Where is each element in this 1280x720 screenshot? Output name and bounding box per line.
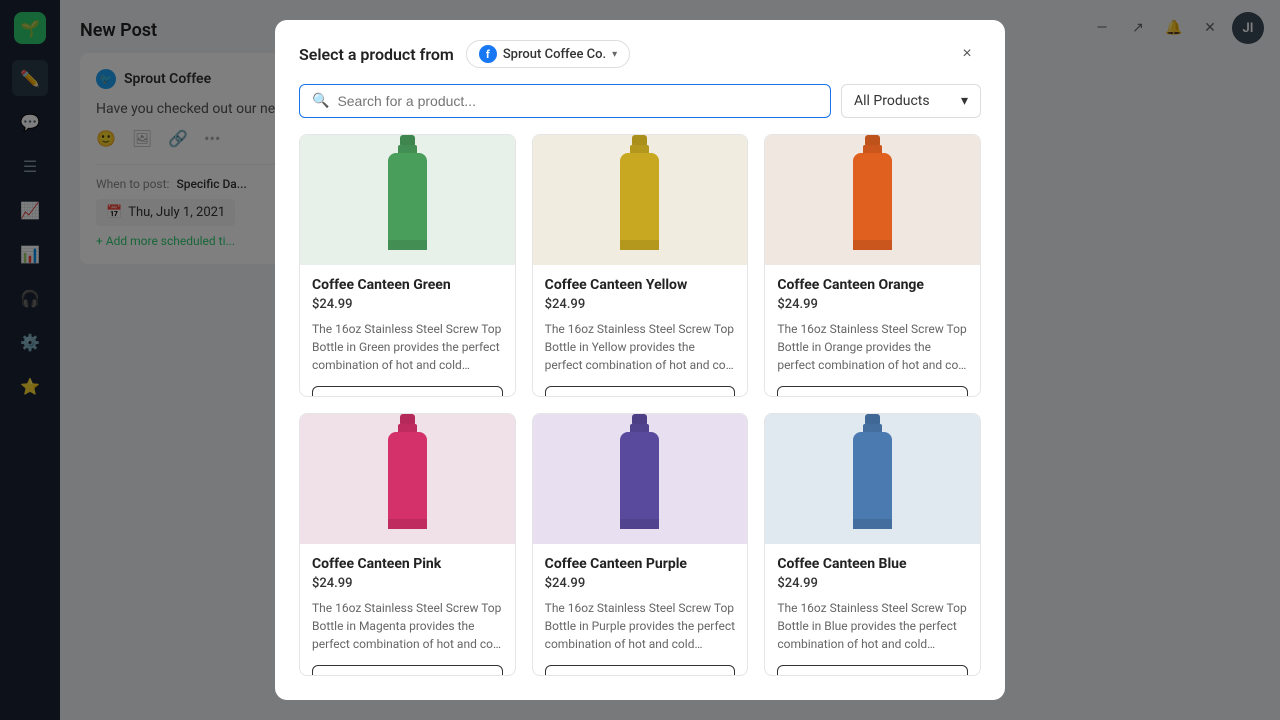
product-price: $24.99 [545,297,736,312]
modal-overlay: Select a product from f Sprout Coffee Co… [0,0,1280,720]
product-name: Coffee Canteen Pink [312,556,503,572]
product-info: Coffee Canteen Purple $24.99 The 16oz St… [533,544,748,665]
product-price: $24.99 [545,576,736,591]
product-image [533,135,748,265]
product-name: Coffee Canteen Green [312,277,503,293]
chevron-down-icon: ▾ [612,49,617,60]
product-card: Coffee Canteen Green $24.99 The 16oz Sta… [299,134,516,397]
product-image [533,414,748,544]
product-description: The 16oz Stainless Steel Screw Top Bottl… [545,320,736,374]
product-price: $24.99 [777,576,968,591]
product-card: Coffee Canteen Pink $24.99 The 16oz Stai… [299,413,516,676]
insert-product-link-button[interactable]: Insert product link [777,665,968,676]
products-grid: Coffee Canteen Green $24.99 The 16oz Sta… [275,134,1005,700]
bottle-svg [380,414,435,544]
bottle-svg [845,414,900,544]
product-price: $24.99 [312,576,503,591]
search-box: 🔍 [299,84,831,118]
filter-label: All Products [854,93,930,109]
insert-product-link-button[interactable]: Insert product link [312,386,503,397]
filter-chevron-icon: ▾ [961,93,968,109]
filter-dropdown[interactable]: All Products ▾ [841,84,981,118]
product-info: Coffee Canteen Orange $24.99 The 16oz St… [765,265,980,386]
insert-product-link-button[interactable]: Insert product link [545,386,736,397]
brand-name: Sprout Coffee Co. [503,47,606,62]
product-description: The 16oz Stainless Steel Screw Top Bottl… [312,320,503,374]
product-info: Coffee Canteen Yellow $24.99 The 16oz St… [533,265,748,386]
bottle-svg [612,414,667,544]
modal-title: Select a product from [299,45,454,64]
product-description: The 16oz Stainless Steel Screw Top Bottl… [312,599,503,653]
product-card: Coffee Canteen Yellow $24.99 The 16oz St… [532,134,749,397]
insert-product-link-button[interactable]: Insert product link [312,665,503,676]
product-name: Coffee Canteen Purple [545,556,736,572]
product-description: The 16oz Stainless Steel Screw Top Bottl… [777,599,968,653]
product-price: $24.99 [777,297,968,312]
search-icon: 🔍 [312,93,329,109]
product-card: Coffee Canteen Purple $24.99 The 16oz St… [532,413,749,676]
product-info: Coffee Canteen Blue $24.99 The 16oz Stai… [765,544,980,665]
bottle-svg [612,135,667,265]
brand-selector[interactable]: f Sprout Coffee Co. ▾ [466,40,630,68]
product-select-modal: Select a product from f Sprout Coffee Co… [275,20,1005,700]
product-name: Coffee Canteen Yellow [545,277,736,293]
product-card: Coffee Canteen Blue $24.99 The 16oz Stai… [764,413,981,676]
product-name: Coffee Canteen Blue [777,556,968,572]
modal-header: Select a product from f Sprout Coffee Co… [275,20,1005,84]
product-description: The 16oz Stainless Steel Screw Top Bottl… [777,320,968,374]
product-price: $24.99 [312,297,503,312]
product-image [765,135,980,265]
product-description: The 16oz Stainless Steel Screw Top Bottl… [545,599,736,653]
facebook-icon: f [479,45,497,63]
modal-close-button[interactable]: × [953,40,981,68]
product-image [300,135,515,265]
bottle-svg [845,135,900,265]
insert-product-link-button[interactable]: Insert product link [777,386,968,397]
search-bar-row: 🔍 All Products ▾ [275,84,1005,134]
product-info: Coffee Canteen Pink $24.99 The 16oz Stai… [300,544,515,665]
product-card: Coffee Canteen Orange $24.99 The 16oz St… [764,134,981,397]
product-name: Coffee Canteen Orange [777,277,968,293]
search-input[interactable] [337,85,818,117]
product-image [765,414,980,544]
bottle-svg [380,135,435,265]
modal-title-row: Select a product from f Sprout Coffee Co… [299,40,630,68]
product-info: Coffee Canteen Green $24.99 The 16oz Sta… [300,265,515,386]
product-image [300,414,515,544]
insert-product-link-button[interactable]: Insert product link [545,665,736,676]
